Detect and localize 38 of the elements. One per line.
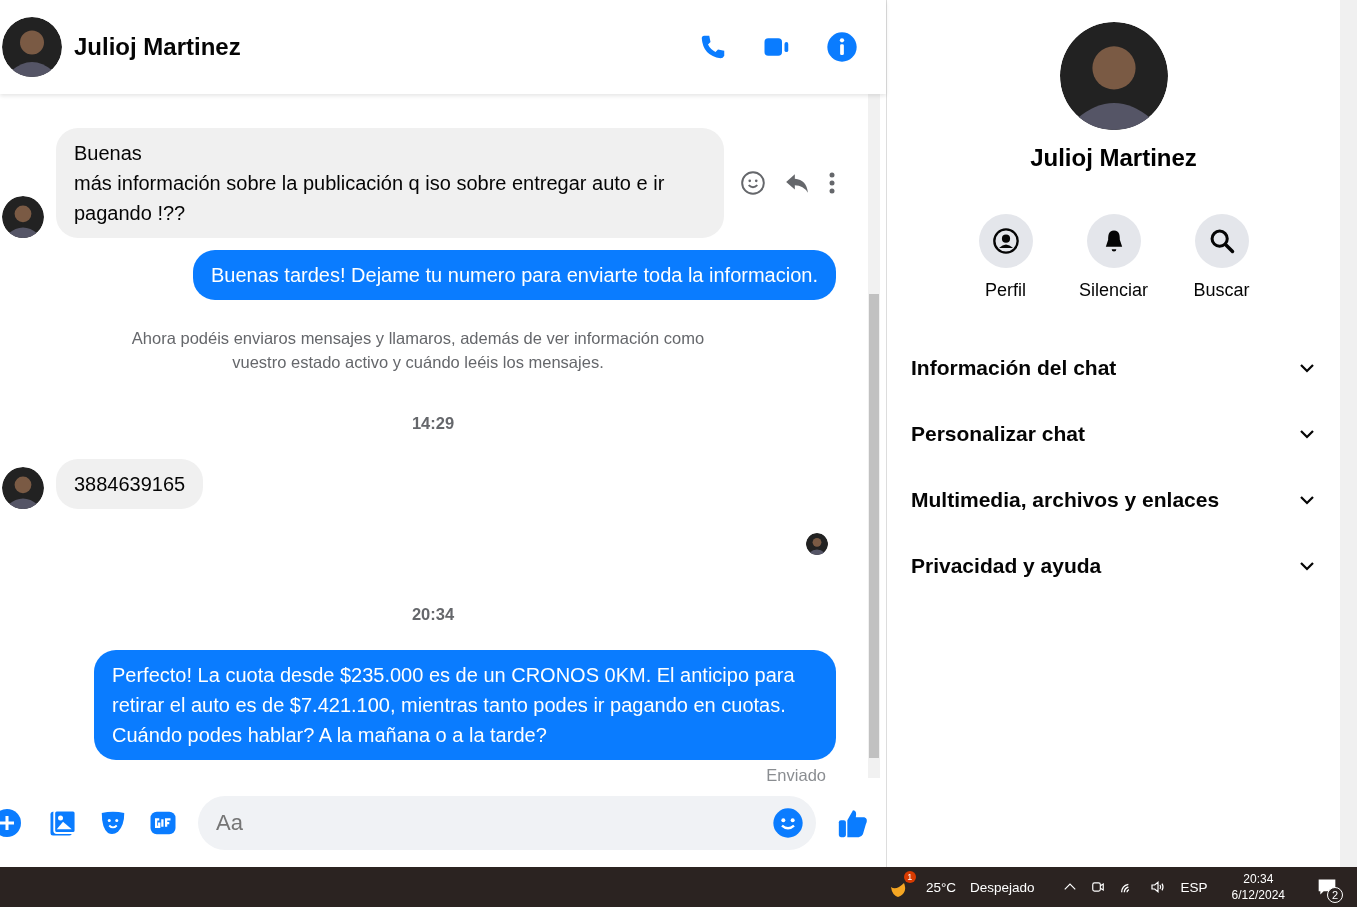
notification-count: 2	[1327, 887, 1343, 903]
camera-icon[interactable]	[1090, 879, 1105, 895]
info-icon[interactable]	[826, 31, 858, 63]
profile-icon	[991, 227, 1020, 255]
message-bubble: 3884639165	[56, 459, 204, 509]
weather-text: Despejado	[970, 879, 1035, 895]
section-header[interactable]: Información del chat	[911, 335, 1316, 401]
timestamp: 20:34	[410, 604, 456, 625]
profile-action-button[interactable]: Buscar	[1187, 214, 1256, 301]
scrollbar[interactable]	[868, 94, 880, 778]
temperature: 25°C	[925, 879, 957, 895]
avatar	[2, 196, 44, 238]
speaker-icon[interactable]	[1148, 879, 1167, 895]
emoji-icon[interactable]	[740, 170, 766, 196]
clock-time[interactable]: 20:34	[1243, 871, 1274, 887]
delivery-status: Enviado	[766, 766, 826, 785]
profile-action-button[interactable]: Silenciar	[1079, 214, 1148, 301]
emoji-icon[interactable]	[772, 806, 804, 839]
system-notice: Ahora podéis enviaros mensajes y llamaros, además de ver información como vuestro estado activo y cuándo leéis los mensajes.	[130, 328, 706, 373]
message-bubble: Perfecto! La cuota desde $235.000 es de un CRONOS 0KM. El anticipo para retirar el auto es de $7.421.100, mientras tanto podes ir pagando en cuotas. Cuándo podes hablar? A la mañana o a la tarde?	[94, 650, 836, 760]
profile-name: Julioj Martinez	[1030, 144, 1197, 172]
message-bubble: Buenas más información sobre la publicación q iso sobre entregar auto e ir pagando !??	[56, 128, 724, 238]
contact-name: Julioj Martinez	[74, 33, 242, 61]
page-scrollbar[interactable]	[1340, 0, 1357, 867]
avatar	[2, 467, 44, 509]
more-icon[interactable]	[828, 171, 836, 195]
weather-badge: 1	[903, 871, 916, 883]
section-header[interactable]: Personalizar chat	[911, 401, 1316, 467]
avatar	[2, 17, 62, 77]
section-header[interactable]: Privacidad y ayuda	[911, 533, 1316, 599]
avatar	[806, 533, 828, 555]
message-input[interactable]: Aa	[198, 795, 816, 850]
message-bubble: Buenas tardes! Dejame tu numero para enviarte toda la informacion.	[193, 250, 836, 300]
profile-action-button[interactable]: Perfil	[971, 214, 1040, 301]
language-indicator[interactable]: ESP	[1180, 879, 1208, 895]
section-header[interactable]: Multimedia, archivos y enlaces	[911, 467, 1316, 533]
timestamp: 14:29	[410, 413, 456, 434]
clock-date[interactable]: 6/12/2024	[1231, 887, 1285, 903]
